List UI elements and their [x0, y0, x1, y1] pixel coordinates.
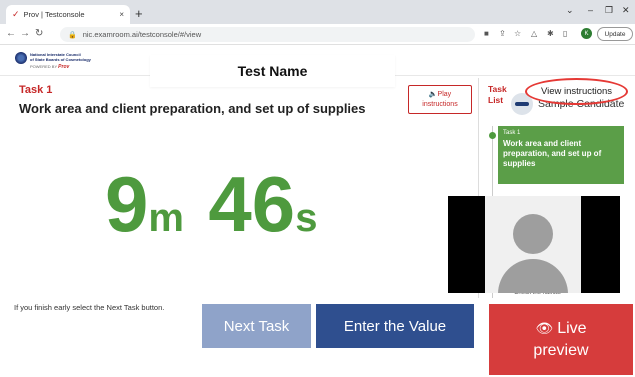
task-card-current[interactable]: Task 1 Work area and client preparation,…	[498, 126, 624, 184]
task-card-number: Task 1	[503, 130, 521, 136]
browser-toolbar: ← → ↻ 🔒 nic.examroom.ai/testconsole/#/vi…	[0, 24, 635, 45]
minimize-icon[interactable]: –	[588, 5, 593, 15]
play-instructions-button[interactable]: 🔈Play instructions	[408, 85, 472, 114]
lock-icon: 🔒	[68, 31, 77, 39]
side-panel-icon[interactable]: ▯	[563, 29, 567, 38]
forward-icon[interactable]: →	[20, 28, 30, 39]
task-list-label: Task List	[488, 84, 507, 105]
council-logo: National Interstate Council of State Boa…	[15, 50, 105, 72]
task-label: Task 1	[19, 84, 53, 96]
extension-icon[interactable]: △	[531, 29, 537, 38]
countdown-timer: 9m 46s	[105, 165, 317, 243]
back-icon[interactable]: ←	[6, 28, 16, 39]
timer-minutes: 9	[105, 160, 149, 248]
browser-tabbar: ✓ Prov | Testconsole × + ⌄ – ❐ ✕	[0, 0, 635, 24]
puzzle-icon[interactable]: ✱	[547, 29, 554, 38]
live-line1: 👁 Live	[535, 320, 587, 337]
timeline-dot	[489, 132, 496, 139]
timer-seconds: 46	[208, 160, 296, 248]
profile-avatar[interactable]: K	[581, 28, 592, 39]
view-instructions-button[interactable]: View instructions	[525, 78, 628, 105]
play-line2: instructions	[422, 101, 458, 108]
timer-minutes-unit: m	[148, 196, 184, 240]
enter-value-button[interactable]: Enter the Value	[316, 304, 474, 348]
finish-note: If you finish early select the Next Task…	[14, 303, 165, 312]
play-line1: 🔈Play	[428, 91, 452, 98]
update-button[interactable]: Update	[597, 27, 633, 41]
user-placeholder	[485, 196, 581, 293]
task-title: Work area and client preparation, and se…	[19, 101, 366, 116]
live-preview-button[interactable]: 👁 Live preview	[489, 304, 633, 375]
reload-icon[interactable]: ↻	[35, 28, 43, 39]
test-name: Test Name	[150, 55, 395, 87]
seal-icon	[15, 52, 27, 64]
url-text: nic.examroom.ai/testconsole/#/view	[82, 30, 202, 39]
exam-page: ✓ Prov | Testconsole × + ⌄ – ❐ ✕ ← → ↻ 🔒…	[0, 0, 635, 377]
next-task-button[interactable]: Next Task	[202, 304, 311, 348]
address-bar[interactable]: 🔒 nic.examroom.ai/testconsole/#/view	[60, 27, 475, 42]
share-icon[interactable]: ⇪	[499, 29, 506, 38]
user-body-icon	[498, 259, 568, 293]
restore-icon[interactable]: ❐	[605, 5, 613, 16]
tab-search-icon[interactable]: ⌄	[566, 5, 574, 16]
camera-icon[interactable]: ■	[484, 29, 489, 38]
prov-brand: Prov	[58, 64, 70, 70]
webcam-feed	[448, 196, 620, 293]
user-head-icon	[513, 214, 553, 254]
task-card-title: Work area and client preparation, and se…	[503, 139, 602, 168]
live-line2: preview	[533, 342, 589, 359]
browser-tab[interactable]: ✓ Prov | Testconsole ×	[6, 5, 130, 24]
logo-line2: of State Boards of Cosmetology	[30, 57, 91, 62]
eye-slash-icon: 👁	[535, 320, 554, 336]
close-window-icon[interactable]: ✕	[622, 5, 630, 16]
tab-title: Prov | Testconsole	[23, 10, 85, 19]
powered-by: POWERED BY Prov	[30, 64, 70, 70]
timer-seconds-unit: s	[295, 196, 318, 240]
new-tab-button[interactable]: +	[135, 6, 143, 21]
checkmark-favicon-icon: ✓	[12, 9, 20, 19]
bookmark-star-icon[interactable]: ☆	[514, 29, 521, 38]
tab-close-icon[interactable]: ×	[119, 10, 124, 19]
